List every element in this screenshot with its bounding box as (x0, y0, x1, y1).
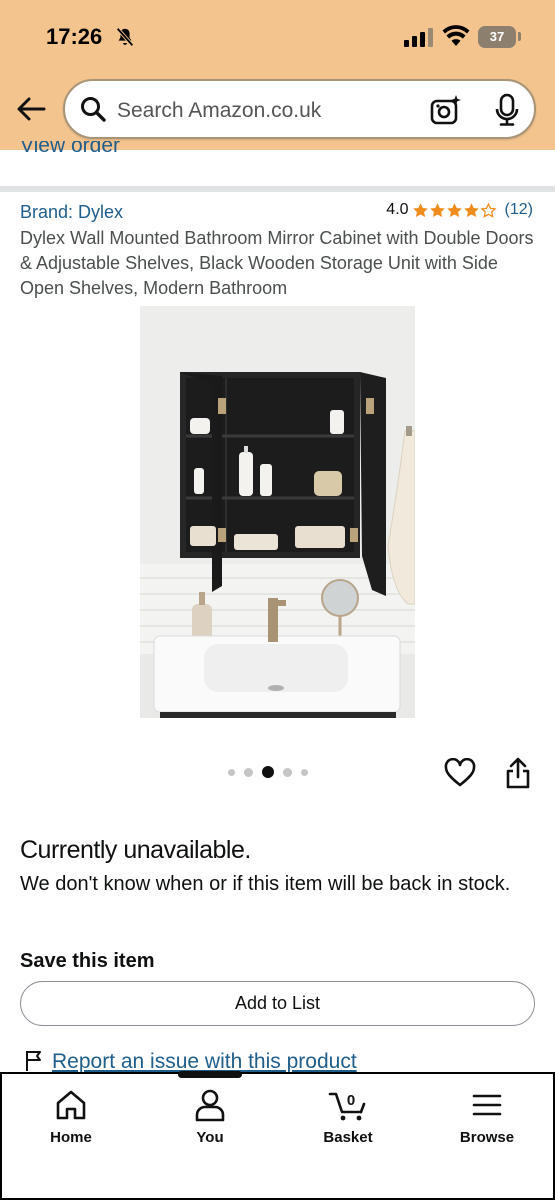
top-header: 17:26 37 Search Amazon.co.uk View order (0, 0, 555, 157)
nav-browse[interactable]: Browse (437, 1088, 537, 1146)
camera-icon[interactable] (429, 94, 461, 126)
nav-you-label: You (196, 1129, 224, 1146)
cart-icon: 0 (328, 1092, 366, 1121)
star-empty-icon (479, 202, 497, 218)
menu-icon (472, 1094, 502, 1116)
view-order-link[interactable]: View order (20, 141, 120, 161)
carousel-dot[interactable] (283, 767, 292, 777)
search-placeholder[interactable]: Search Amazon.co.uk (117, 99, 321, 123)
nav-browse-label: Browse (459, 1129, 515, 1146)
carousel-dot[interactable] (244, 767, 253, 777)
product-rating[interactable]: 4.0 (12) (386, 201, 533, 219)
bottom-nav: Home You 0 Basket Browse (0, 1071, 555, 1200)
nav-basket-label: Basket (323, 1129, 373, 1146)
search-icon (81, 97, 106, 122)
home-icon (56, 1090, 86, 1120)
star-full-icon (463, 202, 479, 217)
flag-icon (26, 1051, 41, 1071)
star-full-icon (412, 202, 428, 217)
status-bar: 17:26 37 (0, 0, 555, 70)
signal-icon (404, 28, 433, 47)
nav-you[interactable]: You (160, 1088, 260, 1146)
rating-count[interactable]: (12) (505, 201, 533, 219)
carousel-dot[interactable] (228, 768, 235, 776)
nav-home[interactable]: Home (21, 1088, 121, 1146)
back-arrow-icon[interactable] (14, 92, 48, 126)
save-item-heading: Save this item (20, 950, 155, 972)
status-time: 17:26 (46, 24, 103, 49)
bell-slash-icon (116, 27, 134, 47)
battery-icon: 37 (478, 26, 516, 48)
star-full-icon (446, 202, 462, 217)
basket-count: 0 (347, 1092, 355, 1109)
brand-link[interactable]: Brand: Dylex (20, 202, 123, 223)
battery-cap (518, 32, 521, 41)
product-title: Dylex Wall Mounted Bathroom Mirror Cabin… (20, 228, 534, 298)
star-full-icon (429, 202, 445, 217)
mic-icon[interactable] (493, 93, 521, 127)
view-order-label[interactable]: View order (20, 141, 120, 157)
share-icon[interactable] (505, 757, 531, 789)
carousel-dot[interactable] (301, 768, 308, 776)
rating-value: 4.0 (386, 201, 409, 218)
nav-basket[interactable]: 0 Basket (298, 1088, 398, 1146)
image-carousel-dots[interactable] (228, 766, 308, 778)
product-image[interactable] (140, 306, 415, 718)
nav-home-label: Home (50, 1129, 92, 1146)
add-to-list-button[interactable]: Add to List (20, 981, 535, 1026)
section-divider (0, 186, 555, 192)
heart-icon[interactable] (444, 758, 476, 788)
availability-note: We don't know when or if this item will … (20, 873, 511, 895)
availability-status: Currently unavailable. (20, 836, 251, 864)
carousel-dot-active[interactable] (262, 766, 274, 778)
wifi-icon (442, 25, 470, 46)
search-bar[interactable]: Search Amazon.co.uk (63, 79, 536, 139)
rating-stars (412, 202, 497, 219)
drag-handle[interactable] (178, 1071, 242, 1078)
person-icon (195, 1089, 225, 1122)
